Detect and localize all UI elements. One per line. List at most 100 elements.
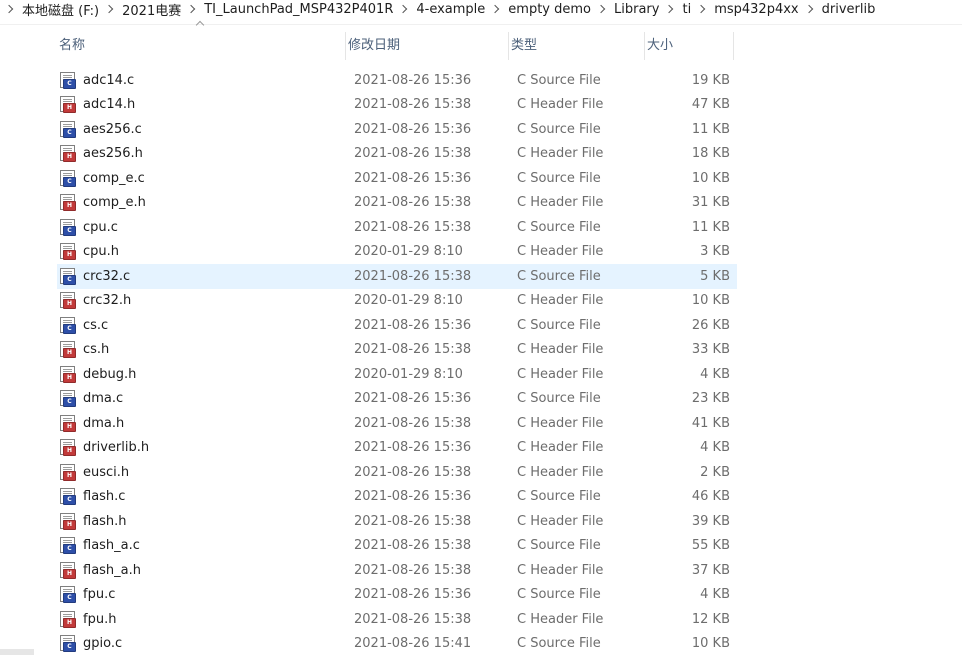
file-type-badge: H bbox=[63, 372, 76, 383]
file-row[interactable]: Hdriverlib.h 2021-08-26 15:36 C Header Fil… bbox=[57, 436, 737, 461]
file-name-cell[interactable]: Hcomp_e.h bbox=[57, 194, 354, 212]
file-modified-date: 2021-08-26 15:38 bbox=[354, 562, 472, 578]
file-row[interactable]: Hcs.h 2021-08-26 15:38 C Header File 33 KB bbox=[57, 338, 737, 363]
file-name-cell[interactable]: Cdma.c bbox=[57, 390, 354, 408]
file-name-cell[interactable]: Hflash.h bbox=[57, 512, 354, 530]
file-name[interactable]: flash.h bbox=[83, 514, 127, 529]
file-name-cell[interactable]: Hdriverlib.h bbox=[57, 439, 354, 457]
file-row[interactable]: Heusci.h 2021-08-26 15:38 C Header File 2 K… bbox=[57, 460, 737, 485]
column-header-size[interactable]: 大小 bbox=[645, 32, 734, 60]
file-row[interactable]: Cgpio.c 2021-08-26 15:41 C Source File 10 K… bbox=[57, 632, 737, 655]
file-name[interactable]: flash.c bbox=[83, 489, 125, 504]
file-name-cell[interactable]: Caes256.c bbox=[57, 120, 354, 138]
breadcrumb-item[interactable]: driverlib bbox=[821, 2, 877, 17]
file-row[interactable]: Haes256.h 2021-08-26 15:38 C Header File 18… bbox=[57, 142, 737, 167]
file-name-cell[interactable]: Hcs.h bbox=[57, 341, 354, 359]
file-name[interactable]: fpu.h bbox=[83, 612, 116, 627]
file-name[interactable]: crc32.h bbox=[83, 293, 131, 308]
file-row[interactable]: Cflash.c 2021-08-26 15:36 C Source File 46 … bbox=[57, 485, 737, 510]
file-name[interactable]: flash_a.h bbox=[83, 563, 141, 578]
column-header-type[interactable]: 类型 bbox=[509, 32, 645, 60]
file-name[interactable]: adc14.h bbox=[83, 97, 135, 112]
breadcrumb-item[interactable]: TI_LaunchPad_MSP432P401R bbox=[203, 2, 394, 17]
breadcrumb-item[interactable]: Library bbox=[613, 2, 660, 17]
file-name[interactable]: flash_a.c bbox=[83, 538, 140, 553]
column-header-name[interactable]: 名称 bbox=[57, 20, 346, 60]
file-name-cell[interactable]: Hdebug.h bbox=[57, 365, 354, 383]
file-name[interactable]: crc32.c bbox=[83, 269, 130, 284]
chevron-right-icon[interactable] bbox=[665, 4, 674, 14]
file-name[interactable]: fpu.c bbox=[83, 587, 115, 602]
file-size: 4 KB bbox=[700, 587, 730, 603]
file-name-cell[interactable]: Cadc14.c bbox=[57, 71, 354, 89]
breadcrumb[interactable]: 本地磁盘 (F:) 2021电赛 TI_LaunchPad_MSP432P401R 4… bbox=[0, 0, 962, 19]
file-name-cell[interactable]: Haes256.h bbox=[57, 145, 354, 163]
chevron-right-icon[interactable] bbox=[804, 4, 813, 14]
file-row[interactable]: Ccomp_e.c 2021-08-26 15:36 C Source File 10… bbox=[57, 166, 737, 191]
breadcrumb-item[interactable]: 2021电赛 bbox=[121, 0, 182, 19]
file-name[interactable]: cs.c bbox=[83, 318, 108, 333]
breadcrumb-item[interactable]: 本地磁盘 (F:) bbox=[21, 0, 100, 19]
file-name-cell[interactable]: Cflash_a.c bbox=[57, 537, 354, 555]
file-row[interactable]: Hflash_a.h 2021-08-26 15:38 C Header File 3… bbox=[57, 558, 737, 583]
file-row[interactable]: Hdebug.h 2020-01-29 8:10 C Header File 4 KB bbox=[57, 362, 737, 387]
file-name-cell[interactable]: Cgpio.c bbox=[57, 635, 354, 653]
file-name[interactable]: aes256.h bbox=[83, 146, 143, 161]
file-row[interactable]: Cdma.c 2021-08-26 15:36 C Source File 23 KB bbox=[57, 387, 737, 412]
file-modified-date: 2021-08-26 15:38 bbox=[354, 464, 472, 480]
file-name-cell[interactable]: Hfpu.h bbox=[57, 610, 354, 628]
chevron-right-icon[interactable] bbox=[4, 4, 14, 14]
file-row[interactable]: Hflash.h 2021-08-26 15:38 C Header File 39 … bbox=[57, 509, 737, 534]
file-row[interactable]: Cadc14.c 2021-08-26 15:36 C Source File 19 … bbox=[57, 68, 737, 93]
file-name-cell[interactable]: Hcrc32.h bbox=[57, 292, 354, 310]
file-name[interactable]: debug.h bbox=[83, 367, 136, 382]
breadcrumb-item[interactable]: ti bbox=[681, 2, 692, 17]
file-name[interactable]: dma.c bbox=[83, 391, 123, 406]
file-name[interactable]: adc14.c bbox=[83, 73, 134, 88]
file-name-cell[interactable]: Hflash_a.h bbox=[57, 561, 354, 579]
column-header-date[interactable]: 修改日期 bbox=[346, 32, 509, 60]
file-name[interactable]: comp_e.h bbox=[83, 195, 146, 210]
file-name[interactable]: cs.h bbox=[83, 342, 109, 357]
chevron-right-icon[interactable] bbox=[596, 4, 606, 14]
file-name[interactable]: aes256.c bbox=[83, 122, 142, 137]
file-name[interactable]: dma.h bbox=[83, 416, 124, 431]
file-name-cell[interactable]: Hadc14.h bbox=[57, 96, 354, 114]
file-name[interactable]: driverlib.h bbox=[83, 440, 149, 455]
file-name[interactable]: cpu.h bbox=[83, 244, 119, 259]
file-row[interactable]: Caes256.c 2021-08-26 15:36 C Source File 11… bbox=[57, 117, 737, 142]
file-row[interactable]: Hfpu.h 2021-08-26 15:38 C Header File 12 KB bbox=[57, 607, 737, 632]
file-row[interactable]: Ccrc32.c 2021-08-26 15:38 C Source File 5 K… bbox=[57, 264, 737, 289]
chevron-right-icon[interactable] bbox=[104, 4, 114, 14]
file-row[interactable]: Hdma.h 2021-08-26 15:38 C Header File 41 KB bbox=[57, 411, 737, 436]
file-name[interactable]: comp_e.c bbox=[83, 171, 145, 186]
file-row[interactable]: Ccs.c 2021-08-26 15:36 C Source File 26 KB bbox=[57, 313, 737, 338]
file-row[interactable]: Hadc14.h 2021-08-26 15:38 C Header File 47 … bbox=[57, 93, 737, 118]
c-header-file-icon: H bbox=[60, 439, 77, 457]
file-name[interactable]: gpio.c bbox=[83, 636, 122, 651]
file-name-cell[interactable]: Cfpu.c bbox=[57, 586, 354, 604]
file-name-cell[interactable]: Ccs.c bbox=[57, 316, 354, 334]
breadcrumb-item[interactable]: msp432p4xx bbox=[713, 2, 799, 17]
breadcrumb-item[interactable]: 4-example bbox=[415, 2, 486, 17]
file-name-cell[interactable]: Ccrc32.c bbox=[57, 267, 354, 285]
file-row[interactable]: Hcpu.h 2020-01-29 8:10 C Header File 3 KB bbox=[57, 240, 737, 265]
file-name-cell[interactable]: Cflash.c bbox=[57, 488, 354, 506]
chevron-right-icon[interactable] bbox=[399, 4, 408, 14]
breadcrumb-item[interactable]: empty demo bbox=[507, 2, 592, 17]
file-row[interactable]: Ccpu.c 2021-08-26 15:38 C Source File 11 KB bbox=[57, 215, 737, 240]
file-row[interactable]: Hcomp_e.h 2021-08-26 15:38 C Header File 31… bbox=[57, 191, 737, 216]
file-row[interactable]: Hcrc32.h 2020-01-29 8:10 C Header File 10 K… bbox=[57, 289, 737, 314]
file-name-cell[interactable]: Ccpu.c bbox=[57, 218, 354, 236]
file-name-cell[interactable]: Hcpu.h bbox=[57, 243, 354, 261]
file-name[interactable]: eusci.h bbox=[83, 465, 129, 480]
file-name-cell[interactable]: Ccomp_e.c bbox=[57, 169, 354, 187]
file-name[interactable]: cpu.c bbox=[83, 220, 118, 235]
file-row[interactable]: Cfpu.c 2021-08-26 15:36 C Source File 4 KB bbox=[57, 583, 737, 608]
chevron-right-icon[interactable] bbox=[491, 4, 500, 14]
file-row[interactable]: Cflash_a.c 2021-08-26 15:38 C Source File 5… bbox=[57, 534, 737, 559]
chevron-right-icon[interactable] bbox=[186, 4, 196, 14]
file-name-cell[interactable]: Heusci.h bbox=[57, 463, 354, 481]
chevron-right-icon[interactable] bbox=[696, 4, 706, 14]
file-name-cell[interactable]: Hdma.h bbox=[57, 414, 354, 432]
